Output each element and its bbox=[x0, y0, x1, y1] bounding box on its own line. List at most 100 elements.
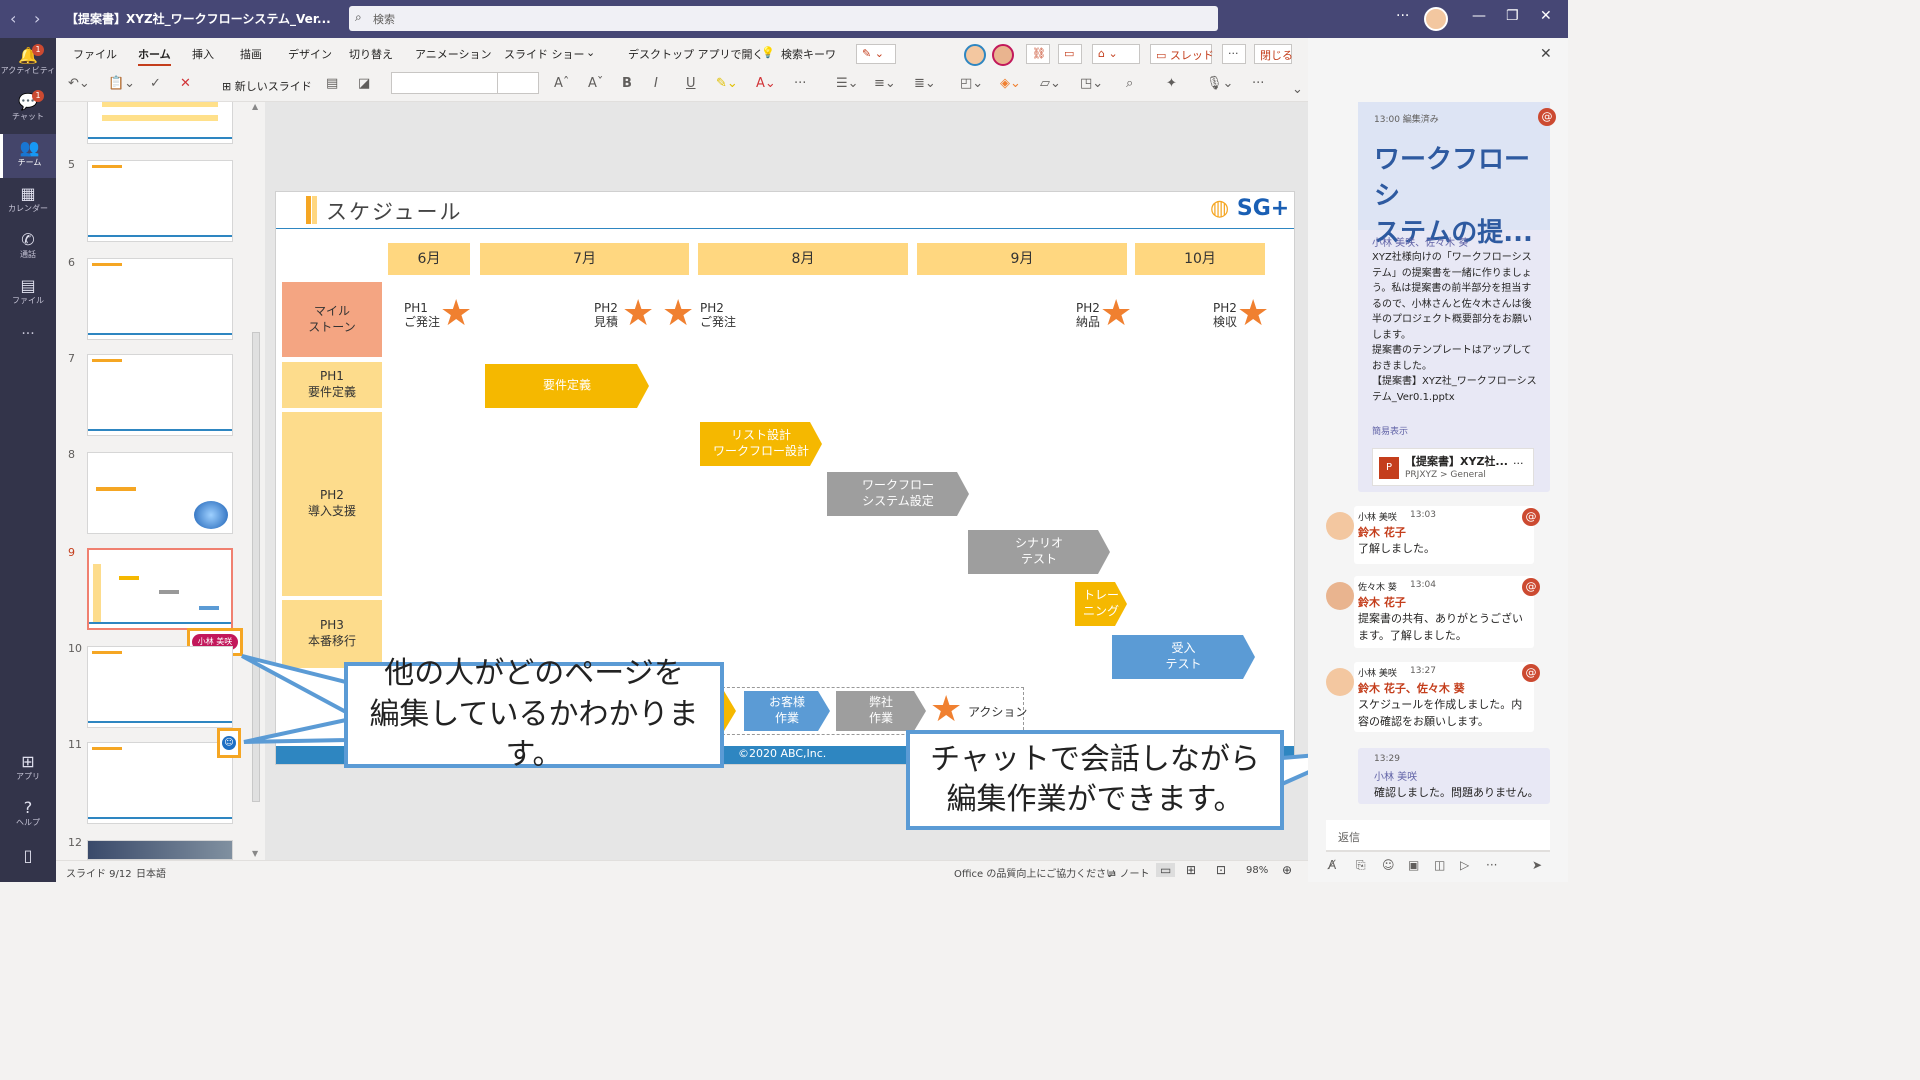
comment-icon[interactable]: ▭ bbox=[1058, 44, 1082, 64]
thumbnail-scrollbar[interactable]: ▲ ▼ bbox=[250, 102, 262, 858]
design-idea-icon[interactable]: ◪ bbox=[358, 76, 370, 91]
close-button[interactable]: 閉じる bbox=[1254, 44, 1293, 64]
rail-apps[interactable]: ⊞ アプリ bbox=[0, 748, 56, 792]
reply-input[interactable]: 返信 bbox=[1326, 820, 1550, 852]
more-tools-icon[interactable]: ··· bbox=[1252, 76, 1264, 91]
slide-thumbnail-10[interactable] bbox=[87, 646, 233, 728]
font-size-select[interactable] bbox=[497, 72, 539, 94]
tab-draw[interactable]: 描画 bbox=[240, 46, 262, 62]
open-desktop-link[interactable]: デスクトップ アプリで開く bbox=[628, 46, 764, 62]
reading-view-icon[interactable]: ⊡ bbox=[1216, 863, 1226, 877]
tab-design[interactable]: デザイン bbox=[288, 46, 332, 62]
zoom-level[interactable]: 98% bbox=[1246, 865, 1268, 876]
dictate-icon[interactable]: 🎙⌄ bbox=[1206, 76, 1233, 91]
present-icon[interactable]: ⌂ ⌄ bbox=[1092, 44, 1140, 64]
file-more-icon[interactable]: ··· bbox=[1513, 457, 1524, 470]
numbering-icon[interactable]: ≡⌄ bbox=[874, 76, 896, 91]
undo-icon[interactable]: ↶⌄ bbox=[68, 76, 90, 91]
forward-arrow-icon[interactable]: › bbox=[34, 9, 40, 28]
rail-device[interactable]: ▯ bbox=[0, 842, 56, 886]
pen-dropdown[interactable]: ✎ ⌄ bbox=[856, 44, 896, 64]
rail-more[interactable]: ... bbox=[0, 322, 56, 366]
minimize-icon[interactable]: — bbox=[1472, 8, 1486, 24]
format-painter-icon[interactable]: ✓ bbox=[150, 76, 161, 91]
back-arrow-icon[interactable]: ‹ bbox=[10, 9, 16, 28]
sorter-view-icon[interactable]: ⊞ bbox=[1186, 863, 1196, 877]
layout-icon[interactable]: ▤ bbox=[326, 76, 338, 91]
arrange-icon[interactable]: ◳⌄ bbox=[1080, 76, 1103, 91]
tab-insert[interactable]: 挿入 bbox=[192, 46, 214, 62]
coauthor-avatar-2[interactable] bbox=[992, 44, 1014, 66]
fit-slide-icon[interactable]: ⊕ bbox=[1282, 863, 1292, 877]
restore-icon[interactable]: ❐ bbox=[1506, 8, 1519, 24]
collapse-link[interactable]: 簡易表示 bbox=[1372, 424, 1408, 437]
slide-thumbnail-5[interactable] bbox=[87, 160, 233, 242]
attach-icon[interactable]: ⎘ bbox=[1356, 858, 1366, 873]
rail-activity[interactable]: 🔔 1 アクティビティ bbox=[0, 42, 56, 86]
sticker-icon[interactable]: ◫ bbox=[1434, 858, 1445, 872]
share-link-icon[interactable]: ⛓ bbox=[1026, 44, 1050, 64]
scroll-thumb[interactable] bbox=[252, 332, 260, 802]
fill-icon[interactable]: ◈⌄ bbox=[1000, 76, 1021, 91]
rail-files[interactable]: ▤ ファイル bbox=[0, 272, 56, 316]
align-icon[interactable]: ≣⌄ bbox=[914, 76, 936, 91]
slide-thumbnail-11[interactable] bbox=[87, 742, 233, 824]
search-keyword-input[interactable]: 検索キーワ bbox=[781, 46, 836, 62]
rail-calls[interactable]: ✆ 通話 bbox=[0, 226, 56, 270]
rail-calendar[interactable]: ▦ カレンダー bbox=[0, 180, 56, 224]
paste-icon[interactable]: 📋⌄ bbox=[108, 76, 135, 91]
collapse-ribbon-icon[interactable]: ⌄ bbox=[1292, 82, 1303, 97]
find-icon[interactable]: ⌕ bbox=[1126, 76, 1133, 91]
emoji-icon[interactable]: ☺ bbox=[1382, 858, 1395, 872]
slide-thumbnail-7[interactable] bbox=[87, 354, 233, 436]
font-name-select[interactable] bbox=[391, 72, 499, 94]
tab-slideshow[interactable]: スライド ショー bbox=[504, 46, 585, 62]
more-icon[interactable]: ··· bbox=[1396, 8, 1409, 24]
slide-thumbnail-8[interactable] bbox=[87, 452, 233, 534]
underline-icon[interactable]: U bbox=[686, 76, 696, 91]
thread-button[interactable]: ▭ スレッド bbox=[1150, 44, 1214, 64]
close-window-icon[interactable]: ✕ bbox=[1540, 8, 1552, 24]
highlight-icon[interactable]: ✎⌄ bbox=[716, 76, 738, 91]
designer-icon[interactable]: ✦ bbox=[1166, 76, 1177, 91]
gif-icon[interactable]: ▣ bbox=[1408, 858, 1419, 872]
rail-teams[interactable]: 👥 チーム bbox=[0, 134, 56, 178]
new-slide-button[interactable]: ⊞ 新しいスライド bbox=[222, 78, 312, 94]
scroll-up-icon[interactable]: ▲ bbox=[252, 102, 258, 111]
bullets-icon[interactable]: ☰⌄ bbox=[836, 76, 859, 91]
font-color-icon[interactable]: A⌄ bbox=[756, 76, 776, 91]
delete-icon[interactable]: ✕ bbox=[180, 76, 191, 91]
notes-button[interactable]: ≡ ノート bbox=[1108, 865, 1150, 880]
slide-thumbnail-9-selected[interactable] bbox=[87, 548, 233, 630]
rail-chat[interactable]: 💬 1 チャット bbox=[0, 88, 56, 132]
language[interactable]: 日本語 bbox=[136, 865, 166, 880]
chevron-down-icon[interactable]: ⌄ bbox=[586, 46, 595, 59]
outline-icon[interactable]: ▱⌄ bbox=[1040, 76, 1061, 91]
more-options-icon[interactable]: ··· bbox=[1222, 44, 1246, 64]
decrease-font-icon[interactable]: Aˇ bbox=[588, 76, 603, 91]
tab-file[interactable]: ファイル bbox=[73, 46, 117, 62]
bold-icon[interactable]: B bbox=[622, 76, 632, 91]
more-compose-icon[interactable]: ··· bbox=[1486, 858, 1497, 872]
search-input[interactable]: ⌕ 検索 bbox=[349, 6, 1218, 31]
meet-icon[interactable]: ▷ bbox=[1460, 858, 1469, 872]
tab-home[interactable]: ホーム bbox=[138, 46, 171, 66]
format-icon[interactable]: A̸ bbox=[1328, 858, 1336, 872]
slide-thumbnail-4[interactable] bbox=[87, 102, 233, 144]
user-avatar[interactable] bbox=[1424, 7, 1448, 31]
rail-help[interactable]: ? ヘルプ bbox=[0, 794, 56, 838]
send-icon[interactable]: ➤ bbox=[1532, 858, 1542, 872]
normal-view-icon[interactable]: ▭ bbox=[1156, 863, 1176, 877]
scroll-down-icon[interactable]: ▼ bbox=[252, 849, 258, 858]
increase-font-icon[interactable]: Aˆ bbox=[554, 76, 569, 91]
more-format-icon[interactable]: ··· bbox=[794, 76, 806, 91]
tab-animations[interactable]: アニメーション bbox=[415, 46, 492, 62]
italic-icon[interactable]: I bbox=[654, 76, 658, 91]
tab-transitions[interactable]: 切り替え bbox=[349, 46, 393, 62]
feedback-link[interactable]: Office の品質向上にご協力ください bbox=[954, 865, 1116, 880]
close-panel-icon[interactable]: ✕ bbox=[1540, 46, 1552, 62]
attached-file-card[interactable]: P 【提案書】XYZ社... PRJXYZ > General ··· bbox=[1372, 448, 1534, 486]
shapes-icon[interactable]: ◰⌄ bbox=[960, 76, 983, 91]
slide-thumbnail-12[interactable] bbox=[87, 840, 233, 860]
slide-thumbnail-6[interactable] bbox=[87, 258, 233, 340]
